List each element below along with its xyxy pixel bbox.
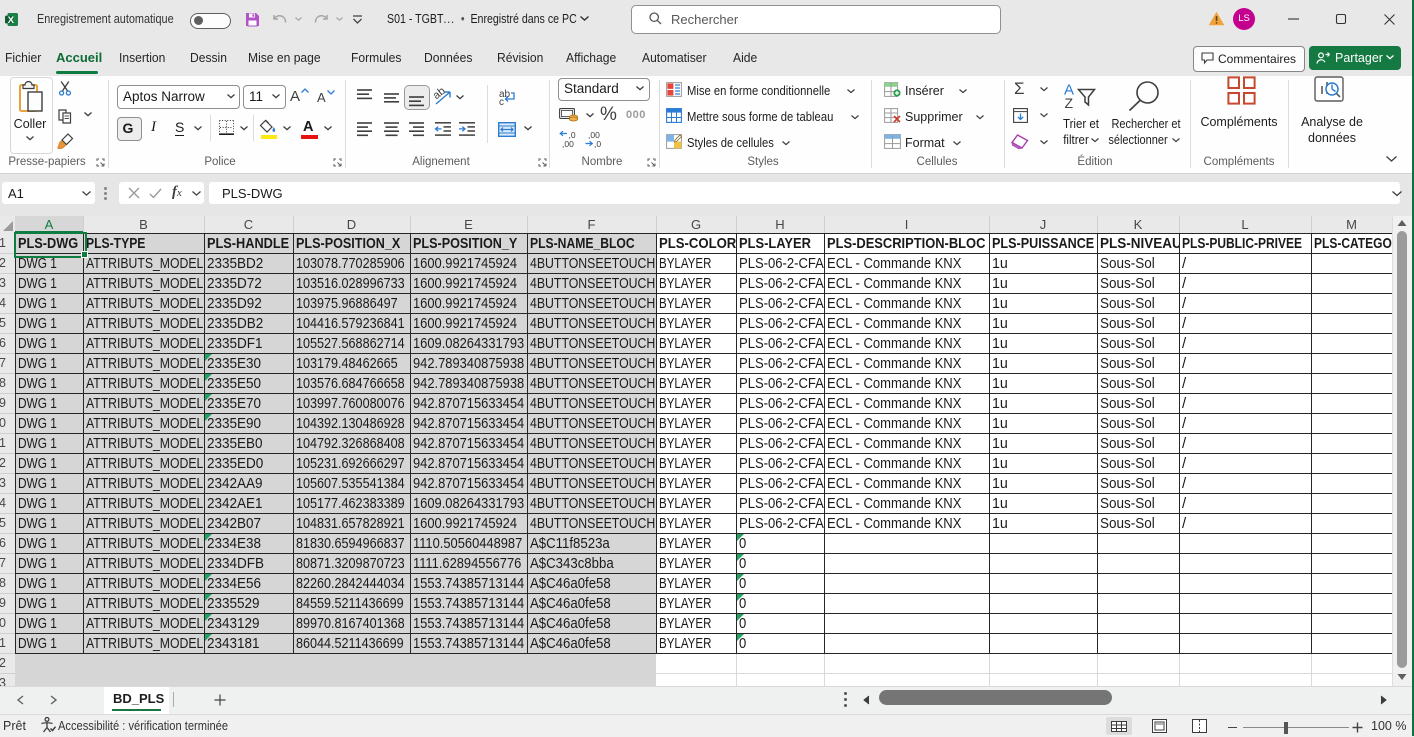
svg-text:,0: ,0	[594, 139, 601, 149]
svg-text:X: X	[8, 15, 15, 26]
svg-text:c: c	[499, 97, 504, 108]
svg-text:ab: ab	[431, 85, 448, 102]
svg-text:,00: ,00	[562, 139, 574, 149]
svg-text:Z: Z	[1065, 95, 1074, 111]
